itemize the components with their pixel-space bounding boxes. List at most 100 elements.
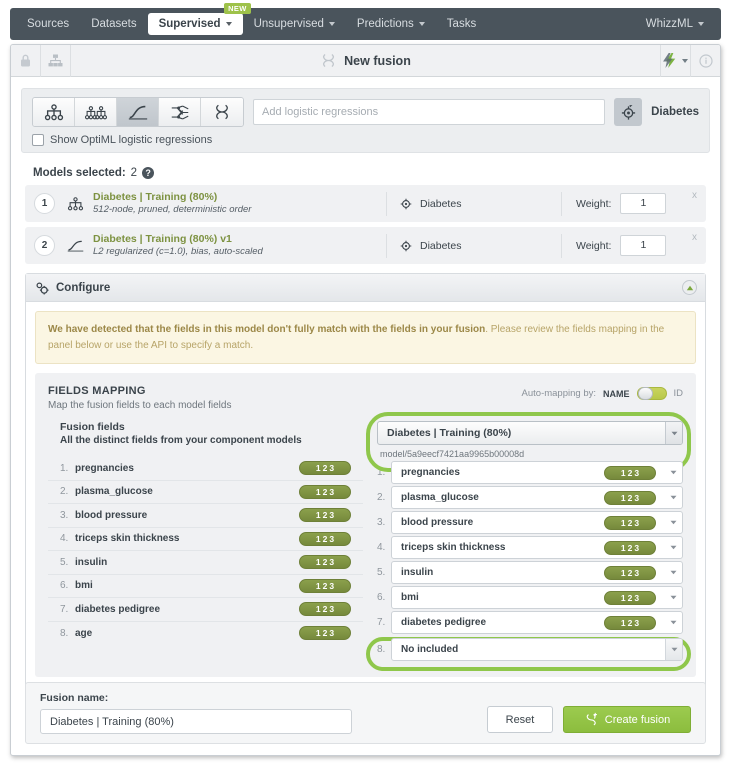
decision-tree-icon xyxy=(65,196,85,211)
model-field-select[interactable]: bmi 123 xyxy=(391,586,683,610)
fusion-fields-heading: Fusion fields xyxy=(60,421,125,433)
ensemble-icon[interactable] xyxy=(75,98,117,126)
model-field-select[interactable]: triceps skin thickness 123 xyxy=(391,536,683,560)
model-field-row[interactable]: 7. diabetes pedigree 123 xyxy=(377,611,683,635)
create-fusion-button[interactable]: Create fusion xyxy=(563,706,691,733)
auto-mapping-control: Auto-mapping by: NAME ID xyxy=(522,385,683,400)
remove-model-icon[interactable]: x xyxy=(692,232,697,243)
models-selected-header: Models selected: 2 ? xyxy=(33,167,720,179)
logistic-regression-icon[interactable] xyxy=(117,98,159,126)
field-type-badge: 123 xyxy=(299,626,351,641)
model-select-value: Diabetes | Training (80%) xyxy=(387,427,512,439)
field-type-badge: 123 xyxy=(299,555,351,570)
model-field-select[interactable]: No included xyxy=(391,637,683,661)
warning-bold-text: We have detected that the fields in this… xyxy=(48,324,486,335)
nav-item-predictions[interactable]: Predictions xyxy=(346,13,436,35)
chevron-down-icon[interactable] xyxy=(664,612,682,633)
field-type-badge: 123 xyxy=(299,461,351,476)
model-name-link[interactable]: Diabetes | Training (80%) v1 xyxy=(93,233,263,246)
configure-header[interactable]: Configure xyxy=(26,274,705,302)
resource-header: New fusion xyxy=(11,45,720,77)
model-description: L2 regularized (c=1.0), bias, auto-scale… xyxy=(93,246,263,258)
chevron-down-icon[interactable] xyxy=(664,487,682,508)
field-name: diabetes pedigree xyxy=(401,617,487,629)
chevron-down-icon[interactable] xyxy=(665,422,682,444)
model-field-row[interactable]: 1. pregnancies 123 xyxy=(377,461,683,485)
chevron-down-icon[interactable] xyxy=(664,462,682,483)
field-type-badge: 123 xyxy=(299,484,351,499)
field-name: No included xyxy=(401,643,459,655)
model-select[interactable]: Diabetes | Training (80%) xyxy=(377,421,683,445)
weight-input[interactable]: 1 xyxy=(620,193,667,214)
page-title: New fusion xyxy=(344,53,411,68)
chevron-down-icon[interactable] xyxy=(664,587,682,608)
help-icon[interactable]: ? xyxy=(142,167,155,179)
fusion-fields-column: Fusion fields All the distinct fields fr… xyxy=(48,421,363,663)
field-number: 6. xyxy=(377,592,386,604)
nav-item-tasks[interactable]: Tasks xyxy=(436,13,487,35)
auto-mapping-toggle[interactable] xyxy=(636,387,667,400)
field-number: 4. xyxy=(377,542,386,554)
nav-label: Predictions xyxy=(356,18,414,30)
model-field-row[interactable]: 2. plasma_glucose 123 xyxy=(377,486,683,510)
remove-model-icon[interactable]: x xyxy=(692,190,697,201)
chevron-down-icon[interactable] xyxy=(665,638,682,660)
deepnet-icon[interactable] xyxy=(159,98,201,126)
nav-item-supervised[interactable]: Supervised NEW xyxy=(147,3,251,35)
field-number: 8. xyxy=(377,643,386,655)
model-name-link[interactable]: Diabetes | Training (80%) xyxy=(93,191,251,204)
auto-mapping-option-name[interactable]: NAME xyxy=(603,389,630,399)
models-selected-count: 2 xyxy=(130,167,138,179)
fusion-icon[interactable] xyxy=(201,98,243,126)
collapse-up-icon[interactable] xyxy=(682,280,697,295)
model-field-row[interactable]: 6. bmi 123 xyxy=(377,586,683,610)
decision-tree-icon[interactable] xyxy=(33,98,75,126)
fusion-field-row: 1. pregnancies 123 xyxy=(48,457,363,481)
chevron-down-icon xyxy=(418,22,425,26)
model-field-row[interactable]: 5. insulin 123 xyxy=(377,561,683,585)
nav-label: WhizzML xyxy=(645,18,693,30)
model-field-row[interactable]: 8. No included xyxy=(366,636,691,671)
search-input[interactable]: Add logistic regressions xyxy=(253,99,606,125)
field-name: insulin xyxy=(401,567,434,579)
fusion-name-input[interactable]: Diabetes | Training (80%) xyxy=(40,709,352,734)
model-id: model/5a9eecf7421aa9965b00008d xyxy=(380,449,525,459)
model-objective: Diabetes xyxy=(386,191,561,216)
weight-input[interactable]: 1 xyxy=(620,235,667,256)
chevron-down-icon[interactable] xyxy=(664,537,682,558)
model-field-row[interactable]: 3. blood pressure 123 xyxy=(377,511,683,535)
field-type-badge: 123 xyxy=(604,590,656,605)
fusion-fields-subheading: All the distinct fields from your compon… xyxy=(60,435,302,446)
fusion-name-block: Fusion name: Diabetes | Training (80%) xyxy=(40,692,352,734)
chevron-down-icon[interactable] xyxy=(664,512,682,533)
model-weight-group: Weight: 1 xyxy=(561,233,706,258)
selected-model-row-1[interactable]: 1 Diabetes | Training (80%) 512-node, pr… xyxy=(25,185,706,222)
configure-title: Configure xyxy=(56,281,111,294)
nav-item-account-whizzml[interactable]: WhizzML xyxy=(635,13,715,35)
field-number: 7. xyxy=(377,617,386,629)
field-name: triceps skin thickness xyxy=(75,533,180,545)
nav-item-datasets[interactable]: Datasets xyxy=(80,13,147,35)
selected-model-row-2[interactable]: 2 Diabetes | Training (80%) v1 L2 regula… xyxy=(25,227,706,264)
model-field-select[interactable]: diabetes pedigree 123 xyxy=(391,611,683,635)
model-field-row[interactable]: 4. triceps skin thickness 123 xyxy=(377,536,683,560)
model-field-select[interactable]: blood pressure 123 xyxy=(391,511,683,535)
field-type-badge: 123 xyxy=(604,490,656,505)
auto-mapping-option-id[interactable]: ID xyxy=(674,388,684,399)
objective-field-name: Diabetes xyxy=(651,106,699,118)
objective-target-icon xyxy=(400,240,412,251)
model-field-select[interactable]: pregnancies 123 xyxy=(391,461,683,485)
objective-target-icon[interactable] xyxy=(614,98,643,126)
reset-button[interactable]: Reset xyxy=(487,706,553,733)
fusion-field-row: 5. insulin 123 xyxy=(48,551,363,575)
field-name: age xyxy=(75,627,93,639)
model-field-select[interactable]: insulin 123 xyxy=(391,561,683,585)
nav-item-unsupervised[interactable]: Unsupervised xyxy=(243,13,346,35)
field-number: 5. xyxy=(377,567,386,579)
show-optiml-checkbox-row[interactable]: Show OptiML logistic regressions xyxy=(32,134,699,146)
show-optiml-checkbox[interactable] xyxy=(32,134,44,146)
fusion-field-row: 6. bmi 123 xyxy=(48,575,363,598)
chevron-down-icon[interactable] xyxy=(664,562,682,583)
nav-item-sources[interactable]: Sources xyxy=(16,13,80,35)
model-field-select[interactable]: plasma_glucose 123 xyxy=(391,486,683,510)
